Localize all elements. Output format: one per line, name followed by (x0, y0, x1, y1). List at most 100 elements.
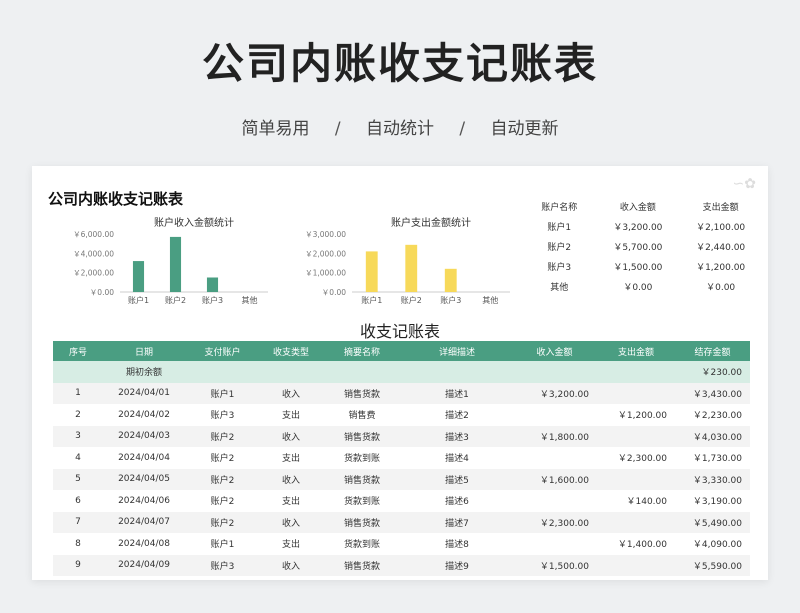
logo-watermark-icon: ∽✿ (732, 176, 756, 192)
summary-cell: ￥0.00 (623, 282, 653, 293)
chart-title: 账户支出金额统计 (391, 216, 471, 229)
x-tick-label: 其他 (242, 295, 258, 305)
row-index: 4 (53, 447, 103, 469)
summary-cell: ￥5,700.00 (613, 242, 663, 253)
row-description: 描述2 (402, 404, 512, 426)
row-date: 2024/04/07 (103, 511, 185, 533)
row-balance: ￥5,490.00 (675, 511, 750, 533)
row-income: ￥1,800.00 (512, 425, 597, 447)
table-row: 3 2024/04/03 账户2 收入 销售货款 描述3 ￥1,800.00 ￥4,030.0… (53, 425, 750, 447)
table-row: 6 2024/04/06 账户2 支出 货款到账 描述6 ￥140.00 ￥3,190.00 (53, 490, 750, 512)
summary-cell: ￥0.00 (706, 282, 736, 293)
column-header: 收入金额 (512, 341, 597, 361)
row-index: 6 (53, 490, 103, 512)
row-summary: 销售货款 (322, 425, 402, 447)
summary-header-cell: 支出金额 (702, 202, 739, 213)
summary-row: 账户1 ￥3,200.00 ￥2,100.00 (522, 216, 762, 236)
row-balance: ￥4,030.00 (675, 425, 750, 447)
row-date: 2024/04/04 (103, 447, 185, 469)
row-type: 支出 (260, 490, 322, 512)
summary-header-cell: 收入金额 (619, 202, 656, 213)
row-description: 描述9 (402, 554, 512, 576)
column-header: 日期 (103, 341, 185, 361)
row-account: 账户1 (185, 533, 260, 555)
expense-bar-chart: 账户支出金额统计 ￥0.00 ￥1,000.00 ￥2,000.00 ￥3,000.00… (305, 216, 510, 305)
row-summary: 货款到账 (322, 533, 402, 555)
row-account: 账户3 (185, 554, 260, 576)
summary-cell: ￥2,440.00 (696, 242, 746, 253)
x-tick-label: 账户3 (440, 295, 461, 305)
income-bar-chart: 账户收入金额统计 ￥0.00 ￥2,000.00 ￥4,000.00 ￥6,000.00… (73, 216, 268, 305)
row-account: 账户2 (185, 425, 260, 447)
chart-title: 账户收入金额统计 (154, 216, 234, 229)
row-type: 支出 (260, 447, 322, 469)
summary-cell: ￥2,100.00 (696, 222, 746, 233)
y-tick-label: ￥3,000.00 (305, 230, 346, 239)
row-description: 描述8 (402, 533, 512, 555)
opening-balance-row: 期初余额 ￥230.00 (53, 361, 750, 383)
summary-cell: ￥3,200.00 (613, 222, 663, 233)
bar (365, 251, 378, 292)
account-summary-table: 账户名称 收入金额 支出金额 账户1 ￥3,200.00 ￥2,100.00 账… (522, 196, 762, 296)
row-description: 描述4 (402, 447, 512, 469)
row-index: 1 (53, 382, 103, 404)
table-row: 9 2024/04/09 账户3 收入 销售货款 描述9 ￥1,500.00 ￥5,590.0… (53, 554, 750, 576)
row-summary: 货款到账 (322, 490, 402, 512)
tagline-item-auto-update: 自动更新 (490, 119, 559, 139)
x-tick-label: 账户2 (401, 295, 422, 305)
row-expense: ￥1,200.00 (597, 404, 675, 426)
summary-cell: ￥1,200.00 (696, 262, 746, 273)
summary-cell: 其他 (550, 282, 569, 293)
row-balance: ￥2,230.00 (675, 404, 750, 426)
tagline-item-easy: 简单易用 (241, 119, 310, 139)
bar (169, 236, 182, 292)
row-income: ￥2,300.00 (512, 511, 597, 533)
row-account: 账户2 (185, 447, 260, 469)
row-date: 2024/04/06 (103, 490, 185, 512)
row-account: 账户2 (185, 490, 260, 512)
tagline-separator: / (334, 119, 341, 139)
column-header: 支付账户 (185, 341, 260, 361)
tagline-item-auto-stats: 自动统计 (366, 119, 434, 139)
row-income: ￥1,600.00 (512, 468, 597, 490)
y-tick-label: ￥6,000.00 (73, 230, 114, 239)
row-expense (597, 382, 675, 404)
row-expense: ￥2,300.00 (597, 447, 675, 469)
row-description: 描述5 (402, 468, 512, 490)
row-summary: 销售货款 (322, 554, 402, 576)
tagline-separator: / (459, 119, 466, 139)
summary-row: 账户2 ￥5,700.00 ￥2,440.00 (522, 236, 762, 256)
row-description: 描述1 (402, 382, 512, 404)
summary-cell: ￥1,500.00 (613, 262, 663, 273)
bar (206, 277, 219, 292)
column-header: 序号 (53, 341, 103, 361)
row-date: 2024/04/08 (103, 533, 185, 555)
row-index: 9 (53, 554, 103, 576)
y-tick-label: ￥4,000.00 (73, 249, 114, 258)
x-tick-label: 账户2 (165, 295, 186, 305)
row-type: 收入 (260, 554, 322, 576)
row-index: 5 (53, 468, 103, 490)
summary-header-row: 账户名称 收入金额 支出金额 (522, 196, 762, 216)
sheet-title: 公司内账收支记账表 (48, 190, 184, 208)
row-balance: ￥1,730.00 (675, 447, 750, 469)
opening-balance-value: ￥230.00 (675, 361, 750, 383)
row-account: 账户1 (185, 382, 260, 404)
table-row: 5 2024/04/05 账户2 收入 销售货款 描述5 ￥1,600.00 ￥3,330.0… (53, 468, 750, 490)
column-header: 支出金额 (597, 341, 675, 361)
x-tick-label: 账户1 (361, 295, 382, 305)
row-index: 3 (53, 425, 103, 447)
row-index: 8 (53, 533, 103, 555)
row-income (512, 447, 597, 469)
row-description: 描述7 (402, 511, 512, 533)
x-tick-label: 账户3 (202, 295, 223, 305)
column-header: 收支类型 (260, 341, 322, 361)
row-account: 账户3 (185, 404, 260, 426)
column-header: 摘要名称 (322, 341, 402, 361)
row-balance: ￥4,090.00 (675, 533, 750, 555)
row-description: 描述6 (402, 490, 512, 512)
row-summary: 销售货款 (322, 511, 402, 533)
x-tick-label: 账户1 (128, 295, 149, 305)
summary-cell: 账户2 (547, 242, 572, 253)
row-income: ￥3,200.00 (512, 382, 597, 404)
